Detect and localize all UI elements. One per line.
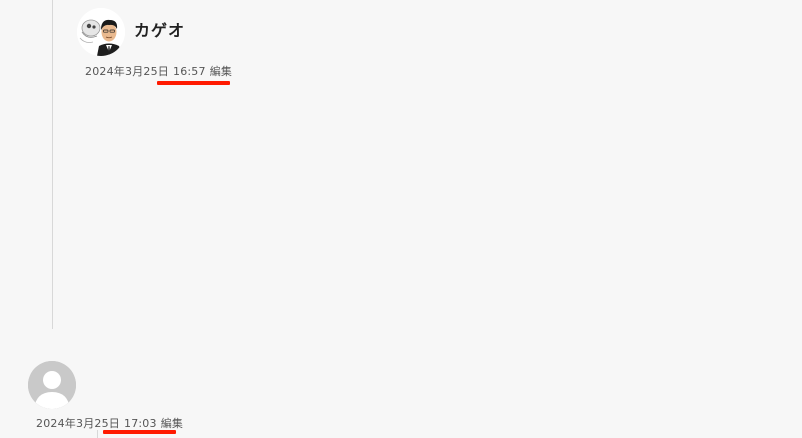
comment-meta: 2024年3月25日 17:03 編集 <box>36 417 183 431</box>
reply-thread-line <box>52 0 53 329</box>
edit-link[interactable]: 編集 <box>161 417 183 430</box>
default-user-icon <box>28 361 76 409</box>
reply-thread-line <box>97 430 98 438</box>
avatar <box>77 8 125 56</box>
user-avatar-illustration-icon <box>77 8 125 56</box>
comment-date[interactable]: 2024年3月25日 <box>36 417 120 430</box>
red-highlight-underline <box>157 81 230 85</box>
comment-time[interactable]: 17:03 <box>124 417 157 430</box>
comment-author-name[interactable]: カゲオ <box>134 21 185 41</box>
default-avatar <box>28 361 76 409</box>
comment-date[interactable]: 2024年3月25日 <box>85 65 169 78</box>
comment-time[interactable]: 16:57 <box>173 65 206 78</box>
red-highlight-underline <box>103 430 176 434</box>
comment-meta: 2024年3月25日 16:57 編集 <box>85 65 232 79</box>
edit-link[interactable]: 編集 <box>210 65 232 78</box>
